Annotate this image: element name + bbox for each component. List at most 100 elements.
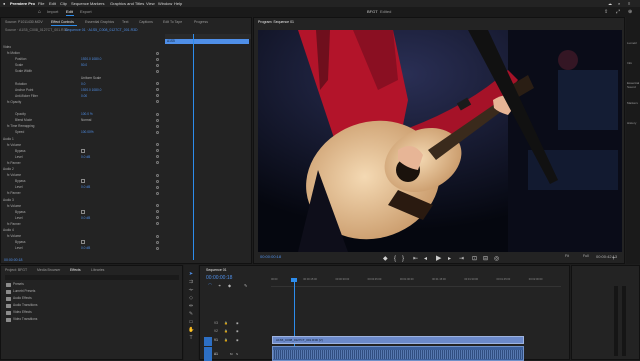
effect-property-label[interactable]: fx Opacity — [7, 99, 21, 105]
tab-effects[interactable]: Effects — [70, 268, 81, 272]
apple-icon[interactable]: ● — [3, 0, 5, 7]
tab-progress[interactable]: Progress — [194, 20, 208, 24]
program-video-frame[interactable] — [258, 30, 622, 252]
keyframe-toggle-icon[interactable] — [156, 246, 159, 250]
pen-tool-icon[interactable]: ✎ — [188, 311, 194, 317]
track-lock-icon[interactable]: 🔒 — [224, 338, 228, 342]
type-tool-icon[interactable]: T — [188, 335, 194, 341]
tab-libraries[interactable]: Libraries — [91, 268, 104, 272]
track-eye-icon[interactable]: ◉ — [236, 329, 239, 333]
right-tab-history[interactable]: History — [627, 121, 636, 125]
quick-export-icon[interactable]: ⇪ — [604, 7, 608, 17]
overwrite-icon[interactable]: ⊟ — [483, 256, 488, 262]
effect-property-value[interactable]: 0.0 dB — [81, 184, 90, 190]
tab-essential-graphics[interactable]: Essential Graphics — [85, 20, 114, 24]
effects-item-video-transitions[interactable]: Video Transitions — [13, 317, 37, 321]
effect-property-value[interactable]: 1920.0 1080.0 — [81, 87, 101, 93]
cloud-icon[interactable]: ☁ — [608, 0, 612, 7]
tab-import[interactable]: Import — [47, 7, 58, 17]
keyframe-toggle-icon[interactable] — [156, 100, 159, 104]
effect-property-value[interactable]: 0.0 dB — [81, 245, 90, 251]
right-tab-essential-sound[interactable]: Essential Sound — [627, 81, 640, 89]
effect-controls-timecode[interactable]: 00:00:00:18 — [4, 258, 23, 262]
effect-property-label[interactable]: Opacity — [15, 111, 26, 117]
keyframe-toggle-icon[interactable] — [156, 204, 159, 208]
track-v3-source-toggle[interactable] — [204, 321, 209, 326]
snap-icon[interactable]: ⌒ — [208, 283, 212, 289]
rectangle-tool-icon[interactable]: ▭ — [188, 319, 194, 325]
hand-tool-icon[interactable]: ✋ — [188, 327, 194, 333]
play-icon[interactable]: ▶ — [436, 255, 441, 262]
tab-export[interactable]: Export — [80, 7, 92, 17]
track-lock-icon[interactable]: 🔒 — [224, 321, 228, 325]
keyframe-toggle-icon[interactable] — [156, 240, 159, 244]
effect-property-label[interactable]: Audio 3 — [3, 197, 14, 203]
effect-property-label[interactable]: fx Panner — [7, 190, 21, 196]
solo-icon[interactable]: S — [236, 352, 238, 356]
effect-property-label[interactable]: Level — [15, 215, 23, 221]
effect-property-label[interactable]: Anti-flicker Filter — [15, 93, 38, 99]
resolution-dropdown[interactable]: Full — [583, 254, 589, 258]
app-name[interactable]: Premiere Pro — [10, 0, 35, 7]
effects-search-input[interactable] — [5, 275, 179, 280]
menu-clip[interactable]: Clip — [60, 0, 67, 7]
step-back-icon[interactable]: ◂ — [424, 256, 427, 262]
effect-property-value[interactable]: 0.00 — [81, 93, 87, 99]
timeline-timecode[interactable]: 00:00:00:18 — [206, 275, 232, 281]
tab-media-browser[interactable]: Media Browser — [37, 268, 60, 272]
track-v1-source-patch[interactable] — [204, 337, 212, 346]
keyframe-toggle-icon[interactable] — [156, 173, 159, 177]
menu-view[interactable]: View — [146, 0, 155, 7]
sequence-clip-label[interactable]: Sequence 01 · A1S5_C008_0127CT_001.R3D — [65, 28, 138, 32]
razor-tool-icon[interactable]: ◇ — [188, 295, 194, 301]
effect-property-label[interactable]: Level — [15, 184, 23, 190]
insert-icon[interactable]: ⊡ — [472, 256, 477, 262]
keyframe-toggle-icon[interactable] — [156, 69, 159, 73]
keyframe-toggle-icon[interactable] — [156, 185, 159, 189]
effect-property-label[interactable]: Scale — [15, 62, 23, 68]
export-frame-icon[interactable]: ◎ — [494, 256, 499, 262]
effect-property-label[interactable]: Rotation — [15, 81, 27, 87]
effect-property-value[interactable]: 100.00% — [81, 129, 94, 135]
program-timecode[interactable]: 00:00:00:18 — [260, 254, 281, 259]
effects-item-presets[interactable]: Presets — [13, 282, 24, 286]
menu-edit[interactable]: Edit — [49, 0, 56, 7]
effect-property-value[interactable]: 1920.0 1080.0 — [81, 56, 101, 62]
bypass-checkbox[interactable] — [81, 148, 85, 153]
keyframe-toggle-icon[interactable] — [156, 63, 159, 67]
maximize-icon[interactable]: ⤢ — [616, 7, 620, 17]
effect-property-label[interactable]: Bypass — [15, 148, 25, 154]
effect-property-value[interactable]: 0.0 — [81, 81, 85, 87]
mute-icon[interactable]: M — [230, 352, 233, 356]
home-icon[interactable]: ⌂ — [38, 7, 41, 17]
effect-property-label[interactable]: Level — [15, 245, 23, 251]
keyframe-toggle-icon[interactable] — [156, 143, 159, 147]
settings-wrench-icon[interactable]: ✎ — [244, 283, 247, 288]
menu-window[interactable]: Window — [158, 0, 172, 7]
linked-selection-icon[interactable]: ⚭ — [218, 283, 221, 288]
effect-property-value[interactable]: Normal — [81, 117, 91, 123]
effect-property-value[interactable]: Uniform Scale — [81, 75, 101, 81]
effect-property-value[interactable]: 100.0 % — [81, 111, 93, 117]
track-a1-source-patch[interactable] — [204, 347, 212, 361]
right-tab-markers[interactable]: Markers — [627, 101, 638, 105]
go-to-in-icon[interactable]: ⇤ — [413, 256, 418, 262]
keyframe-toggle-icon[interactable] — [156, 130, 159, 134]
keyframe-toggle-icon[interactable] — [156, 161, 159, 165]
source-clip-label[interactable]: Source · A1S5_C008_0127CT_001.R3D — [5, 28, 68, 32]
menu-markers[interactable]: Markers — [90, 0, 104, 7]
timeline-tab[interactable]: Sequence 01 — [206, 268, 227, 272]
control-center-icon[interactable]: ≡ — [628, 0, 630, 7]
keyframe-toggle-icon[interactable] — [156, 216, 159, 220]
effect-property-label[interactable]: Audio 2 — [3, 166, 14, 172]
track-label-v2[interactable]: V2 — [214, 329, 218, 333]
effect-property-label[interactable]: Speed — [15, 129, 24, 135]
keyframe-toggle-icon[interactable] — [156, 149, 159, 153]
go-to-out-icon[interactable]: ⇥ — [459, 256, 464, 262]
keyframe-toggle-icon[interactable] — [156, 118, 159, 122]
keyframe-toggle-icon[interactable] — [156, 155, 159, 159]
effect-property-label[interactable]: Audio 4 — [3, 227, 14, 233]
fit-dropdown[interactable]: Fit — [565, 254, 569, 258]
effect-property-label[interactable]: Scale Width — [15, 68, 32, 74]
track-lock-icon[interactable]: 🔒 — [224, 329, 228, 333]
